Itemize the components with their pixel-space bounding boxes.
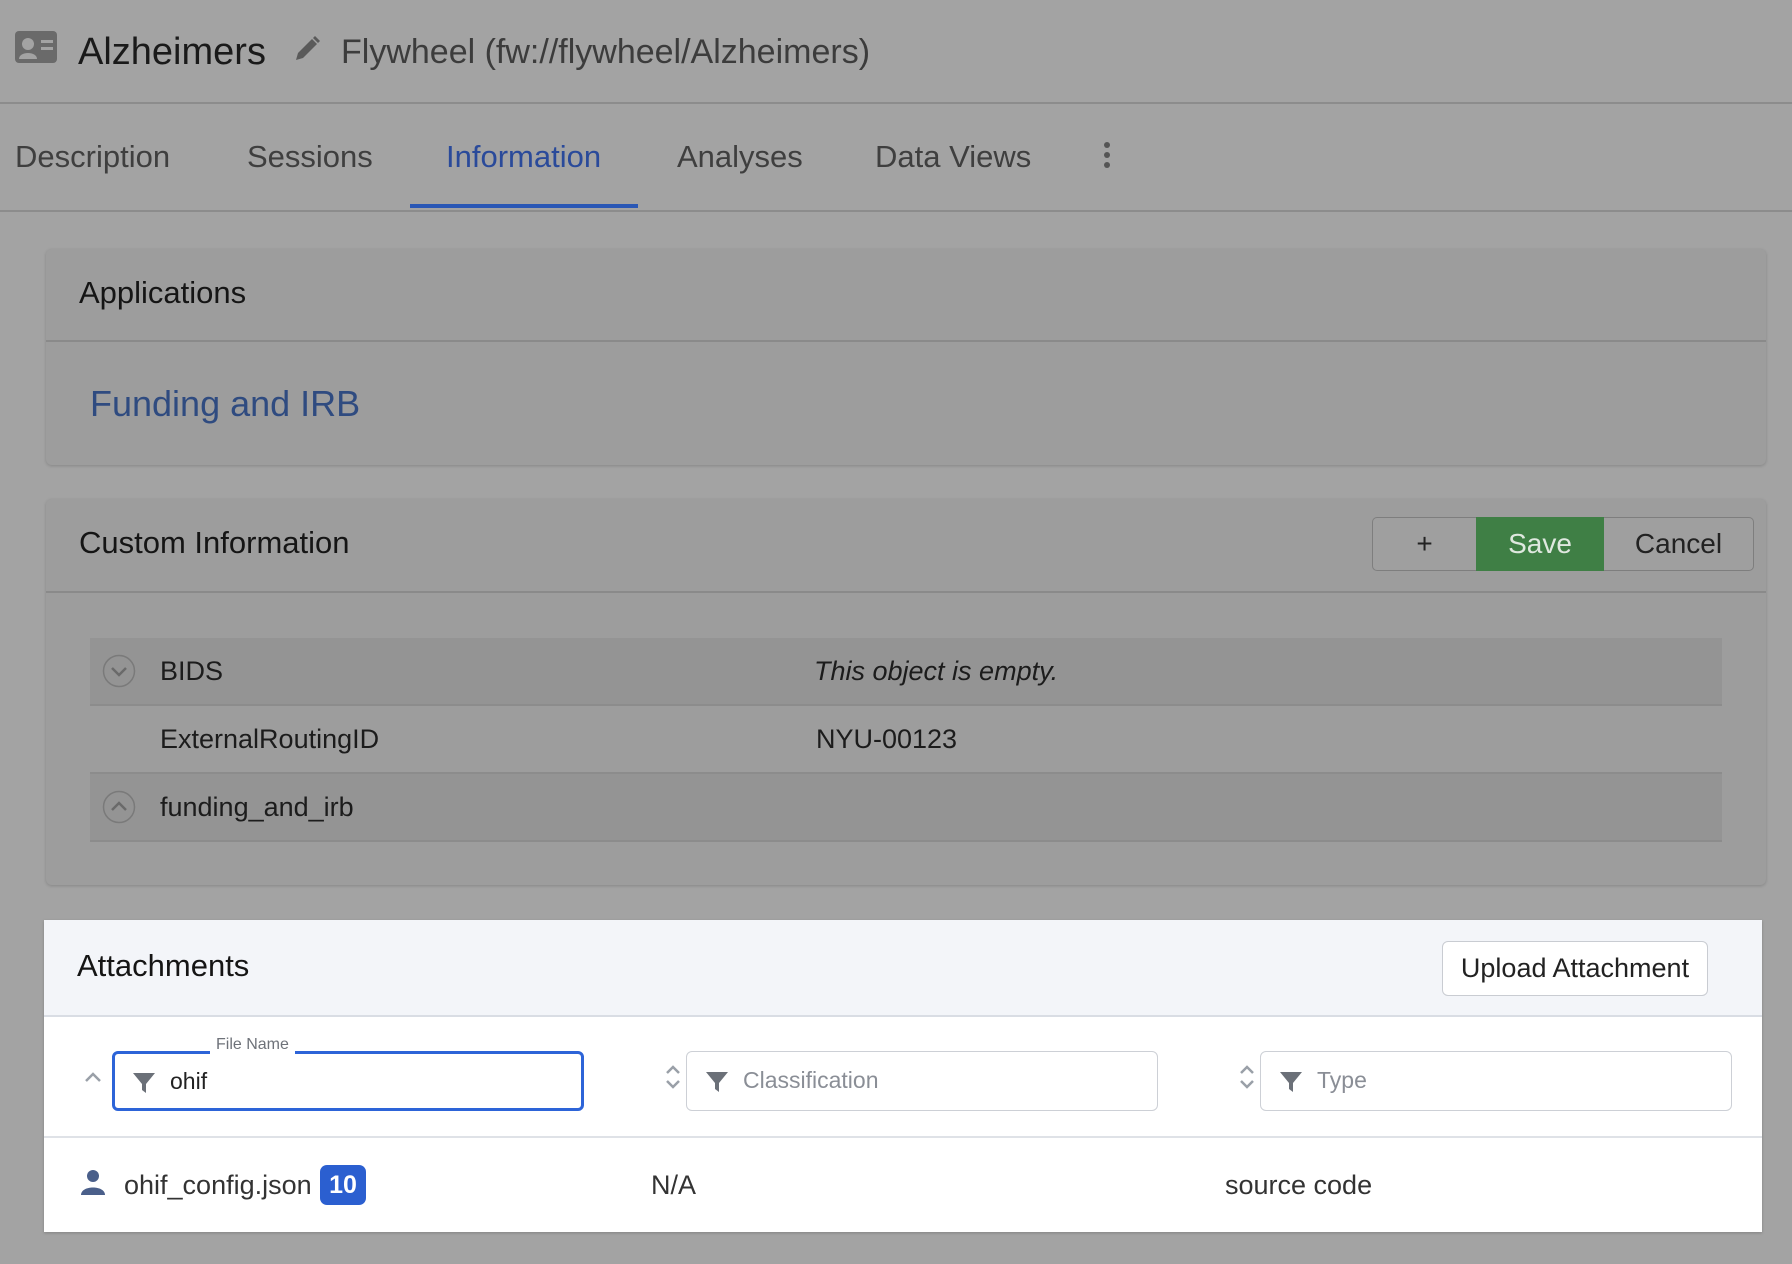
- info-key: funding_and_irb: [160, 792, 354, 822]
- classification-input[interactable]: [743, 1060, 1123, 1100]
- project-header: [0, 0, 1792, 104]
- attachments-header: Attachments Upload Attachment: [44, 920, 1762, 1017]
- page-title: Alzheimers: [78, 31, 266, 73]
- file-name-filter[interactable]: [112, 1051, 584, 1111]
- more-vertical-icon[interactable]: [1094, 140, 1120, 172]
- file-type: source code: [1225, 1170, 1373, 1200]
- filter-icon: [1280, 1072, 1302, 1092]
- filter-icon: [706, 1072, 728, 1092]
- version-badge: 10: [320, 1165, 366, 1205]
- info-row-funding-and-irb: funding_and_irb: [90, 774, 1722, 842]
- custom-information-title: Custom Information: [79, 525, 350, 560]
- custom-information-panel: Custom Information + Save Cancel BIDS Th…: [46, 499, 1766, 885]
- active-tab-indicator: [410, 204, 638, 208]
- table-row[interactable]: ohif_config.json 10 N/A source code: [44, 1138, 1762, 1232]
- funding-and-irb-link[interactable]: Funding and IRB: [90, 383, 360, 425]
- file-name[interactable]: ohif_config.json: [124, 1138, 312, 1232]
- type-filter[interactable]: [1260, 1051, 1732, 1111]
- info-value: This object is empty.: [814, 656, 1059, 686]
- sort-ascending-icon[interactable]: [82, 1060, 104, 1094]
- applications-panel: Applications Funding and IRB: [46, 249, 1766, 465]
- sort-icon[interactable]: [1236, 1060, 1258, 1094]
- save-button[interactable]: Save: [1476, 517, 1604, 571]
- info-row-bids: BIDS This object is empty.: [90, 638, 1722, 706]
- type-input[interactable]: [1317, 1060, 1697, 1100]
- tab-sessions[interactable]: Sessions: [247, 104, 373, 210]
- id-card-icon: [15, 31, 57, 63]
- file-name-input[interactable]: [170, 1061, 550, 1101]
- file-classification: N/A: [651, 1170, 697, 1200]
- info-value[interactable]: NYU-00123: [816, 706, 957, 772]
- custom-information-header: Custom Information + Save Cancel: [46, 499, 1766, 593]
- attachments-panel: Attachments Upload Attachment ohif Class…: [44, 920, 1762, 1232]
- attachments-title: Attachments: [77, 948, 250, 983]
- tab-information[interactable]: Information: [446, 104, 601, 210]
- chevron-down-icon[interactable]: [102, 654, 136, 688]
- user-icon: [81, 1170, 105, 1195]
- cancel-button[interactable]: Cancel: [1604, 517, 1754, 571]
- chevron-up-icon[interactable]: [102, 790, 136, 824]
- attachments-filter-row: [44, 1017, 1762, 1138]
- tab-data-views[interactable]: Data Views: [875, 104, 1031, 210]
- project-path: Flywheel (fw://flywheel/Alzheimers): [341, 33, 871, 71]
- custom-info-actions: + Save Cancel: [1372, 517, 1754, 571]
- tab-bar: Description Sessions Information Analyse…: [0, 104, 1792, 212]
- tab-description[interactable]: Description: [15, 104, 170, 210]
- filter-icon: [133, 1073, 155, 1093]
- tab-analyses[interactable]: Analyses: [677, 104, 803, 210]
- info-row-external-routing-id: ExternalRoutingID NYU-00123: [90, 706, 1722, 774]
- info-key: BIDS: [160, 656, 224, 686]
- applications-header: Applications: [46, 249, 1766, 342]
- info-key: ExternalRoutingID: [160, 724, 380, 754]
- pencil-icon[interactable]: [292, 34, 322, 64]
- add-field-button[interactable]: +: [1372, 517, 1476, 571]
- applications-title: Applications: [79, 275, 247, 310]
- file-name-filter-label: File Name: [210, 1036, 295, 1054]
- classification-filter[interactable]: [686, 1051, 1158, 1111]
- sort-icon[interactable]: [662, 1060, 684, 1094]
- upload-attachment-button[interactable]: Upload Attachment: [1442, 941, 1708, 996]
